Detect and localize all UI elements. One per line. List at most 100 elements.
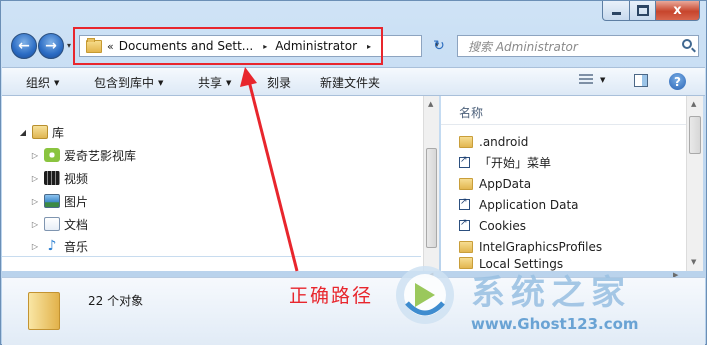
iqiyi-icon <box>44 148 60 162</box>
pictures-icon <box>44 194 60 208</box>
tree-item-music[interactable]: ▷ ♪ 音乐 <box>2 236 421 257</box>
file-name: AppData <box>479 176 532 191</box>
list-item[interactable]: Cookies <box>459 215 526 236</box>
list-item[interactable]: Application Data <box>459 194 579 215</box>
burn-button[interactable]: 刻录 <box>267 74 291 91</box>
explorer-window: x ← → ▾ « Documents and Sett... ▸ Admini… <box>0 0 707 345</box>
tree-item-label: 文档 <box>64 217 89 232</box>
navigation-row: ← → ▾ « Documents and Sett... ▸ Administ… <box>9 31 701 61</box>
list-item[interactable]: IntelGraphicsProfiles <box>459 236 602 257</box>
expand-closed-icon[interactable]: ▷ <box>28 197 42 206</box>
music-icon: ♪ <box>47 238 57 254</box>
annotation-label: 正确路径 <box>289 285 374 307</box>
forward-arrow-icon: → <box>45 38 57 54</box>
search-icon[interactable] <box>682 39 692 49</box>
watermark-title: 系统之家 <box>471 273 631 313</box>
scroll-up-icon[interactable]: ▲ <box>691 100 696 108</box>
expand-closed-icon[interactable]: ▷ <box>28 242 42 251</box>
back-arrow-icon: ← <box>18 38 30 54</box>
command-toolbar: 组织 ▼ 包含到库中 ▼ 共享 ▼ 刻录 新建文件夹 ▼ ? <box>2 67 705 96</box>
scroll-up-icon[interactable]: ▲ <box>428 100 433 108</box>
list-item[interactable]: .android <box>459 131 528 152</box>
tree-item-library[interactable]: ◢ 库 <box>16 122 64 142</box>
new-folder-button[interactable]: 新建文件夹 <box>320 74 380 91</box>
file-list: 名称 .android 「开始」菜单 AppData Application D… <box>441 96 686 271</box>
folder-icon <box>28 292 60 330</box>
help-icon[interactable]: ? <box>669 73 686 90</box>
tree-item-iqiyi[interactable]: ▷ 爱奇艺影视库 <box>28 145 136 165</box>
address-overflow-chevron[interactable]: « <box>107 40 114 53</box>
video-icon <box>44 171 60 185</box>
list-item[interactable]: AppData <box>459 173 531 194</box>
search-input[interactable]: 搜索 Administrator <box>457 35 699 57</box>
shortcut-icon <box>459 218 470 231</box>
breadcrumb-administrator[interactable]: Administrator <box>275 39 357 53</box>
watermark-logo-icon <box>396 266 454 324</box>
close-icon: x <box>673 3 682 18</box>
tree-item-label: 音乐 <box>64 239 89 254</box>
file-name: IntelGraphicsProfiles <box>479 239 603 254</box>
tree-item-label: 图片 <box>64 194 89 209</box>
navigation-pane: ◢ 库 ▷ 爱奇艺影视库 ▷ 视频 ▷ 图片 ▷ 文档 ▷ ♪ 音乐 <box>2 96 423 271</box>
forward-button[interactable]: → <box>38 33 64 59</box>
item-count: 22 个对象 <box>88 294 144 308</box>
tree-item-documents[interactable]: ▷ 文档 <box>28 214 88 234</box>
library-icon <box>32 125 48 139</box>
expand-closed-icon[interactable]: ▷ <box>28 151 42 160</box>
chevron-down-icon: ▼ <box>54 79 60 87</box>
file-name: Application Data <box>479 197 579 212</box>
search-placeholder: 搜索 Administrator <box>468 39 578 54</box>
breadcrumb-documents-and-settings[interactable]: Documents and Sett... <box>119 39 253 53</box>
tree-item-pictures[interactable]: ▷ 图片 <box>28 191 88 211</box>
shortcut-icon <box>459 155 470 168</box>
file-name: Cookies <box>479 218 526 233</box>
breadcrumb-separator-icon[interactable]: ▸ <box>263 42 267 51</box>
refresh-button[interactable]: ↻ <box>430 37 448 55</box>
column-header-name[interactable]: 名称 <box>441 96 686 125</box>
minimize-button[interactable] <box>602 1 630 21</box>
folder-icon <box>459 135 473 148</box>
maximize-button[interactable] <box>630 1 656 21</box>
scroll-down-icon[interactable]: ▼ <box>691 258 696 266</box>
back-button[interactable]: ← <box>11 33 37 59</box>
list-item[interactable]: 「开始」菜单 <box>459 152 551 173</box>
address-bar[interactable]: « Documents and Sett... ▸ Administrator … <box>79 35 439 57</box>
tree-item-label: 爱奇艺影视库 <box>64 148 137 163</box>
file-list-scrollbar[interactable]: ▲ ▼ <box>686 96 703 271</box>
maximize-icon <box>636 5 649 16</box>
tree-item-videos[interactable]: ▷ 视频 <box>28 168 88 188</box>
expand-closed-icon[interactable]: ▷ <box>28 220 42 229</box>
include-in-library-label: 包含到库中 <box>94 76 155 90</box>
view-options-icon[interactable] <box>579 74 593 86</box>
preview-pane-icon[interactable] <box>634 74 648 87</box>
refresh-icon: ↻ <box>433 38 445 54</box>
file-name: 「开始」菜单 <box>479 156 552 170</box>
share-menu[interactable]: 共享 ▼ <box>198 74 231 91</box>
watermark-url: www.Ghost123.com <box>471 315 639 333</box>
navigation-pane-scrollbar[interactable]: ▲ <box>423 96 439 271</box>
organize-label: 组织 <box>26 76 51 90</box>
file-name: .android <box>479 134 529 149</box>
tree-item-label: 视频 <box>64 171 89 186</box>
share-label: 共享 <box>198 76 223 90</box>
documents-icon <box>44 217 60 231</box>
expand-open-icon[interactable]: ◢ <box>16 128 30 137</box>
chevron-down-icon: ▼ <box>226 79 232 87</box>
folder-icon <box>459 240 473 253</box>
expand-closed-icon[interactable]: ▷ <box>28 174 42 183</box>
breadcrumb-separator-icon[interactable]: ▸ <box>367 42 371 51</box>
tree-item-label: 库 <box>52 125 65 140</box>
close-button[interactable]: x <box>656 1 700 21</box>
organize-menu[interactable]: 组织 ▼ <box>26 74 59 91</box>
view-options-dropdown[interactable]: ▼ <box>600 76 605 84</box>
column-header-label: 名称 <box>459 106 484 120</box>
caption-buttons: x <box>602 1 700 21</box>
shortcut-icon <box>459 197 470 210</box>
folder-icon <box>86 37 102 53</box>
include-in-library-menu[interactable]: 包含到库中 ▼ <box>94 74 163 91</box>
minimize-icon <box>611 12 621 15</box>
scrollbar-thumb[interactable] <box>689 116 701 154</box>
folder-icon <box>459 177 473 190</box>
recent-pages-dropdown[interactable]: ▾ <box>67 41 71 50</box>
scrollbar-thumb[interactable] <box>426 148 437 248</box>
